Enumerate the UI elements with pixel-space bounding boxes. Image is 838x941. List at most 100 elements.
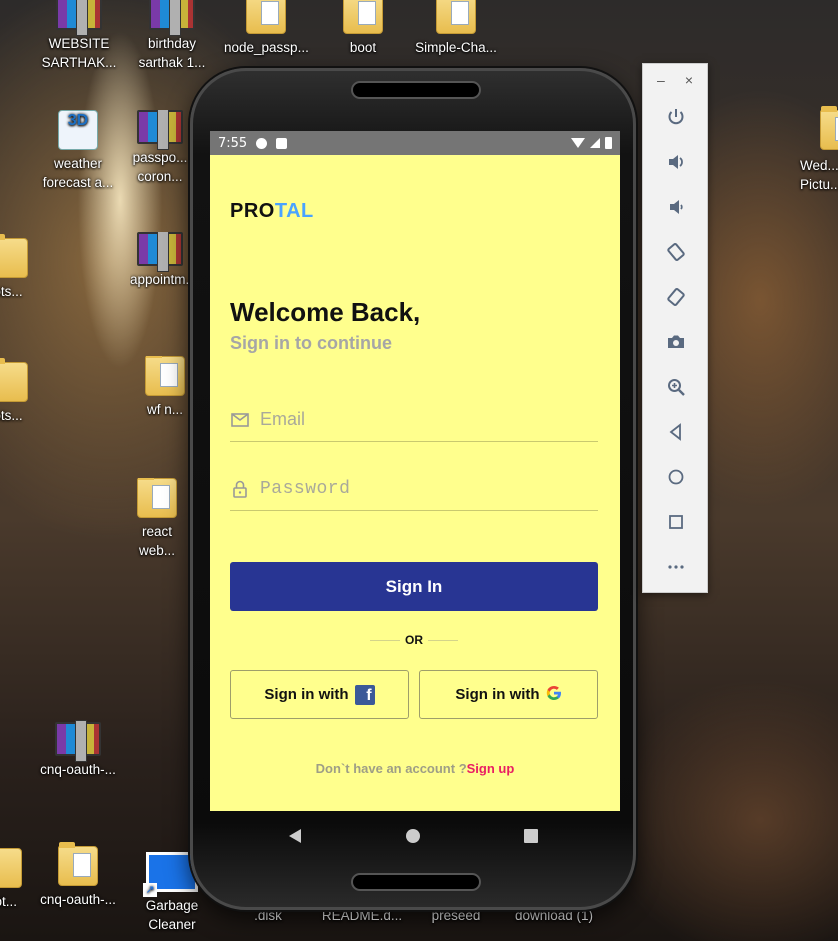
camera-icon[interactable] [665, 331, 687, 353]
folder-icon [343, 0, 383, 34]
desktop-icon-passport-corona[interactable]: passpo... coron... [130, 110, 190, 186]
desktop-icon-label: cnq-oauth-... [40, 892, 116, 907]
winrar-archive-icon [55, 720, 101, 762]
desktop-icon-label: Wed... Pictu... [800, 158, 838, 192]
device-screen: 7:55 PROTAL Welcome Back, Sign in to con… [210, 131, 620, 811]
desktop-icon-wedding-pictures[interactable]: Wed... Pictu... [800, 106, 838, 194]
desktop-icon-simple-cha[interactable]: Simple-Cha... [414, 0, 498, 57]
folder-icon [820, 106, 838, 150]
facebook-button-label: Sign in with [264, 686, 349, 703]
lock-icon [230, 479, 250, 499]
back-icon[interactable] [665, 421, 687, 443]
desktop-icon-label: .disk [254, 908, 282, 923]
email-field[interactable] [230, 398, 598, 442]
desktop-icon-label: Simple-Cha... [415, 40, 497, 55]
desktop-icon-label: oot... [0, 894, 18, 909]
rotate-right-icon[interactable] [665, 286, 687, 308]
desktop-icon-node-passp[interactable]: node_passp... [224, 0, 309, 57]
toolbar-window-buttons: – × [643, 64, 707, 88]
google-icon [546, 685, 562, 705]
winrar-archive-icon [137, 232, 183, 272]
overview-icon[interactable] [665, 511, 687, 533]
folder-icon [137, 478, 177, 518]
bottom-speaker [351, 873, 481, 891]
or-divider: OR [370, 633, 458, 647]
desktop-icon-boot[interactable]: boot [321, 0, 405, 57]
google-sign-in-button[interactable]: Sign in with [419, 670, 598, 719]
desktop-icon-label: README.d... [321, 908, 403, 923]
desktop-icon-label: WEBSITE SARTHAK... [41, 36, 117, 70]
zoom-icon[interactable] [665, 376, 687, 398]
desktop-icon-cnq-oauth-1[interactable]: cnq-oauth-... [36, 720, 120, 779]
signup-prompt: Don`t have an account ?Sign up [210, 761, 620, 776]
notification-icon [256, 137, 268, 149]
folder-icon [436, 0, 476, 34]
brand-text-part2: TAL [274, 200, 314, 222]
desktop-icon-label: ots... [0, 408, 23, 423]
login-screen: PROTAL Welcome Back, Sign in to continue… [210, 155, 620, 811]
brand-text-part1: PRO [230, 200, 275, 222]
desktop-icon-label: birthday sarthak 1... [138, 36, 206, 70]
desktop-icon-appointment[interactable]: appointm... [130, 232, 190, 289]
volume-up-icon[interactable] [665, 151, 687, 173]
battery-icon [605, 137, 612, 149]
facebook-icon: f [354, 684, 375, 705]
folder-icon [145, 356, 185, 396]
signup-prompt-text: Don`t have an account ? [315, 761, 467, 776]
nav-home-icon[interactable] [406, 829, 420, 843]
desktop-icon-ots-2[interactable]: ots... [0, 358, 50, 425]
more-icon[interactable] [665, 556, 687, 578]
google-button-label: Sign in with [455, 686, 540, 703]
facebook-sign-in-button[interactable]: Sign in with f [230, 670, 409, 719]
power-icon[interactable] [665, 106, 687, 128]
home-icon[interactable] [665, 466, 687, 488]
cell-signal-icon [590, 138, 600, 148]
password-input[interactable] [260, 478, 580, 499]
nav-recents-icon[interactable] [524, 829, 538, 843]
desktop-icon-react-web[interactable]: react web... [124, 478, 190, 560]
password-field[interactable] [230, 467, 598, 511]
desktop-icon-cnq-oauth-2[interactable]: cnq-oauth-... [36, 842, 120, 909]
desktop-icon-ots-1[interactable]: ots... [0, 234, 50, 301]
desktop-icon-label: boot [349, 40, 377, 55]
android-navigation-bar [193, 817, 639, 857]
winrar-archive-icon [137, 110, 183, 150]
desktop-icon-birthday-sarthak[interactable]: birthday sarthak 1... [130, 0, 214, 72]
desktop-icon-label: react web... [138, 524, 176, 558]
folder-icon [58, 842, 98, 886]
desktop-icon-label: weather forecast a... [42, 156, 114, 190]
email-input[interactable] [260, 409, 580, 430]
welcome-subtitle: Sign in to continue [230, 333, 392, 353]
status-time: 7:55 [218, 135, 248, 151]
nav-back-icon[interactable] [289, 829, 301, 843]
top-speaker [351, 81, 481, 99]
winrar-archive-icon [149, 0, 195, 36]
folder-icon [0, 848, 22, 888]
folder-icon [0, 234, 28, 278]
desktop-icon-label: cnq-oauth-... [40, 762, 116, 777]
desktop-icon-website-sarthak[interactable]: WEBSITE SARTHAK... [37, 0, 121, 72]
desktop-icon-label: appointm... [130, 272, 190, 287]
desktop-icon-label: wf n... [146, 402, 183, 417]
volume-down-icon[interactable] [665, 196, 687, 218]
desktop-icon-label: node_passp... [224, 40, 309, 55]
desktop-icon-oot[interactable]: oot... [0, 848, 44, 911]
close-button[interactable]: × [685, 72, 693, 88]
status-bar: 7:55 [210, 131, 620, 155]
sign-in-button[interactable]: Sign In [230, 562, 598, 611]
winrar-archive-icon [56, 0, 102, 36]
desktop-icon-label: passpo... coron... [132, 150, 188, 184]
rotate-left-icon[interactable] [665, 241, 687, 263]
sign-up-link[interactable]: Sign up [467, 761, 515, 776]
desktop-icon-label: download (1) [514, 908, 594, 923]
desktop-icon-wf[interactable]: wf n... [140, 356, 190, 419]
android-emulator-device: 7:55 PROTAL Welcome Back, Sign in to con… [190, 68, 636, 910]
desktop-icon-label: Garbage Cleaner [145, 898, 199, 932]
sd-card-icon [276, 137, 288, 149]
brand-logo: PROTAL [230, 200, 314, 223]
welcome-heading: Welcome Back, [230, 297, 421, 327]
desktop-icon-label: preseed [431, 908, 481, 923]
desktop-icon-weather-forecast[interactable]: 3D weather forecast a... [36, 110, 120, 192]
minimize-button[interactable]: – [657, 72, 665, 88]
mail-icon [230, 410, 250, 430]
